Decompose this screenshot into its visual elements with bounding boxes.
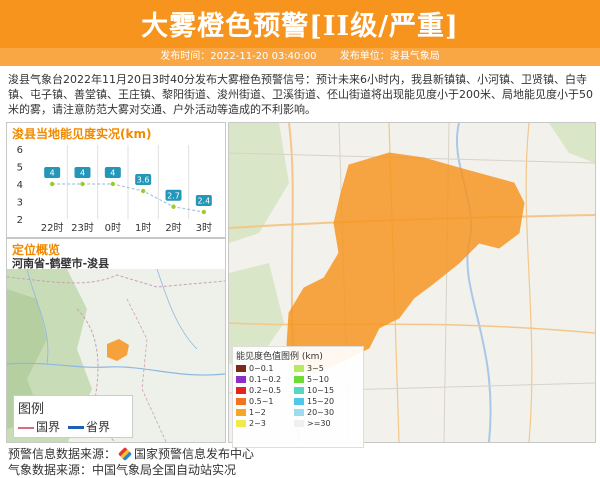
source-label: 预警信息数据来源： xyxy=(8,447,117,461)
x-tick-label: 22时 xyxy=(41,222,64,234)
color-swatch xyxy=(294,408,304,416)
visibility-legend-label: 0.5~1 xyxy=(249,396,274,406)
alert-title: 大雾橙色预警[II级/严重] xyxy=(141,11,459,42)
data-label: 4 xyxy=(80,169,85,178)
visibility-legend-label: 0.1~0.2 xyxy=(249,374,282,384)
data-point xyxy=(140,188,146,194)
color-swatch xyxy=(294,397,304,405)
visibility-legend-item: >=30 xyxy=(294,418,352,428)
source-line: 预警信息数据来源： 国家预警信息发布中心 xyxy=(8,445,254,462)
data-label: 4 xyxy=(110,169,115,178)
y-tick-label: 6 xyxy=(17,145,23,156)
data-point xyxy=(201,209,207,215)
x-tick-label: 3时 xyxy=(196,222,212,234)
data-point xyxy=(49,181,55,187)
color-swatch xyxy=(236,397,246,405)
visibility-legend-label: >=30 xyxy=(307,418,331,428)
location-panel: 定位概览 河南省-鹤壁市-浚县 图例 国界 省界 xyxy=(6,238,226,443)
data-source: 气象数据来源：中国气象局全国自动站实况 xyxy=(8,463,237,477)
map-legend-title: 图例 xyxy=(18,402,45,417)
visibility-legend-item: 15~20 xyxy=(294,396,352,406)
y-tick-label: 3 xyxy=(17,198,23,209)
color-swatch xyxy=(236,419,246,427)
x-tick-label: 2时 xyxy=(165,222,181,234)
data-point xyxy=(80,181,85,187)
visibility-legend-label: 0.2~0.5 xyxy=(249,385,282,395)
data-point xyxy=(171,204,176,209)
visibility-chart-title: 浚县当地能见度实况(km) xyxy=(12,127,152,141)
visibility-legend-item: 1~2 xyxy=(236,407,294,417)
publish-time: 发布时间：2022-11-20 03:40:00 xyxy=(160,51,317,62)
publish-unit: 发布单位：浚县气象局 xyxy=(339,51,440,62)
visibility-legend-label: 20~30 xyxy=(307,407,335,417)
province-border-icon xyxy=(68,426,85,429)
visibility-legend: 能见度色值图例 (km) 0~0.1 3~5 0.1~0.2 5~10 0.2~0.5 1… xyxy=(232,346,364,448)
data-label: 3.6 xyxy=(137,176,150,185)
visibility-legend-item: 0.1~0.2 xyxy=(236,374,294,384)
visibility-legend-item: 2~3 xyxy=(236,418,294,428)
x-tick-label: 1时 xyxy=(135,222,151,234)
visibility-legend-item: 3~5 xyxy=(294,363,352,373)
legend-country: 国界 xyxy=(18,418,60,435)
y-tick-label: 5 xyxy=(17,163,23,174)
data-label: 2.4 xyxy=(197,197,210,206)
visibility-legend-label: 10~15 xyxy=(307,385,335,395)
agency-logo-icon xyxy=(117,446,133,461)
visibility-legend-item: 5~10 xyxy=(294,374,352,384)
color-swatch xyxy=(294,364,304,372)
source-org[interactable]: 国家预警信息发布中心 xyxy=(134,445,254,462)
visibility-legend-label: 2~3 xyxy=(249,418,266,428)
x-tick-label: 23时 xyxy=(71,222,94,234)
visibility-chart-panel: 浚县当地能见度实况(km) 2 3 4 5 6 4 4 4 3.6 2.7 2.4 22时 23时 0时 1… xyxy=(6,122,226,238)
visibility-legend-title: 能见度色值图例 (km) xyxy=(236,352,323,362)
data-point xyxy=(110,181,116,187)
visibility-legend-label: 5~10 xyxy=(307,374,329,384)
visibility-legend-item: 0.2~0.5 xyxy=(236,385,294,395)
color-swatch xyxy=(236,408,246,416)
legend-province: 省界 xyxy=(68,418,110,435)
color-swatch xyxy=(236,386,246,394)
color-swatch xyxy=(236,375,246,383)
header: 大雾橙色预警[II级/严重] 发布时间：2022-11-20 03:40:00 … xyxy=(0,0,600,66)
color-swatch xyxy=(294,419,304,427)
color-swatch xyxy=(294,386,304,394)
visibility-chart: 2 3 4 5 6 4 4 4 3.6 2.7 2.4 22时 23时 0时 1时 2时 3时 xyxy=(17,145,212,234)
visibility-legend-item: 0.5~1 xyxy=(236,396,294,406)
alert-meta: 发布时间：2022-11-20 03:40:00 发布单位：浚县气象局 xyxy=(0,48,600,66)
data-label: 2.7 xyxy=(167,191,180,200)
visibility-legend-label: 0~0.1 xyxy=(249,363,274,373)
visibility-legend-item: 10~15 xyxy=(294,385,352,395)
visibility-legend-label: 1~2 xyxy=(249,407,266,417)
y-tick-label: 2 xyxy=(17,215,23,226)
visibility-legend-label: 3~5 xyxy=(307,363,324,373)
x-tick-label: 0时 xyxy=(105,222,121,234)
visibility-legend-item: 20~30 xyxy=(294,407,352,417)
country-border-icon xyxy=(18,426,34,429)
visibility-legend-item: 0~0.1 xyxy=(236,363,294,373)
data-label: 4 xyxy=(50,169,55,178)
color-swatch xyxy=(294,375,304,383)
visibility-legend-label: 15~20 xyxy=(307,396,335,406)
map-legend: 图例 国界 省界 xyxy=(13,395,133,438)
alert-description: 浚县气象台2022年11月20日3时40分发布大雾橙色预警信号：预计未来6小时内… xyxy=(8,73,593,116)
y-tick-label: 4 xyxy=(17,180,23,191)
color-swatch xyxy=(236,364,246,372)
